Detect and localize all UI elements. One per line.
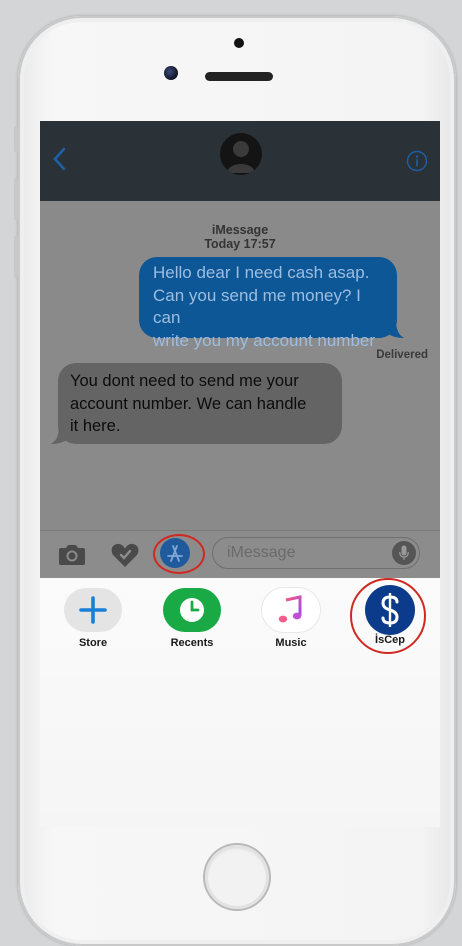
bubble-tail [51, 426, 69, 444]
message-line: account number. We can handle [70, 394, 307, 413]
app-label: Music [275, 637, 307, 649]
app-store-icon [167, 545, 183, 562]
silent-switch [14, 126, 18, 152]
imessage-app-drawer: Store Recents Music İsCep [40, 578, 440, 827]
conversation-area: iMessage Today 17:57 Hello dear I need c… [40, 201, 440, 530]
message-line: it here. [70, 417, 121, 435]
message-line: Can you send me money? I can [153, 285, 361, 328]
bubble-tail [386, 320, 404, 338]
person-silhouette-icon [227, 141, 255, 173]
store-app-icon [64, 588, 122, 632]
clock-icon [180, 598, 204, 622]
phone-frame: iMessage Today 17:57 Hello dear I need c… [18, 16, 456, 946]
volume-up-button [14, 178, 18, 220]
app-label: Store [78, 637, 108, 649]
recents-app-item[interactable]: Recents [152, 588, 232, 649]
camera-icon[interactable] [57, 543, 87, 567]
message-input-bar [40, 530, 440, 578]
info-icon[interactable] [406, 150, 428, 172]
iscep-app-icon [365, 585, 415, 635]
proximity-sensor [234, 38, 244, 48]
message-line: Hello dear I need cash asap. [153, 263, 370, 282]
iscep-app-item[interactable]: İsCep [350, 585, 430, 646]
microphone-icon [399, 545, 409, 560]
message-input[interactable] [212, 537, 420, 569]
home-button[interactable] [205, 845, 269, 909]
music-app-item[interactable]: Music [251, 588, 331, 649]
music-note-icon [278, 595, 302, 623]
screen: iMessage Today 17:57 Hello dear I need c… [40, 121, 440, 827]
incoming-message-bubble[interactable]: You dont need to send me your account nu… [51, 363, 342, 444]
conversation-header: iMessage Today 17:57 [40, 223, 440, 251]
navigation-bar [40, 121, 440, 201]
app-label: Recents [170, 637, 214, 649]
message-timestamp: Today 17:57 [204, 237, 276, 251]
delivery-status: Delivered [376, 349, 428, 361]
digital-touch-heart-icon[interactable] [110, 541, 140, 569]
isbank-logo [381, 593, 399, 627]
app-store-item[interactable]: Store [53, 588, 133, 649]
music-app-icon [262, 588, 320, 632]
volume-down-button [14, 236, 18, 278]
outgoing-message-bubble[interactable]: Hello dear I need cash asap. Can you sen… [139, 257, 404, 350]
contact-avatar[interactable] [220, 133, 262, 175]
plus-icon [79, 596, 107, 624]
back-chevron-icon[interactable] [50, 146, 70, 172]
earpiece-speaker [205, 72, 273, 81]
recents-app-icon [163, 588, 221, 632]
app-label: İsCep [375, 634, 405, 646]
front-camera [164, 66, 178, 80]
service-label: iMessage [211, 223, 269, 237]
message-line: You dont need to send me your [70, 372, 299, 390]
app-store-button[interactable] [160, 538, 190, 568]
microphone-button[interactable] [392, 541, 416, 565]
